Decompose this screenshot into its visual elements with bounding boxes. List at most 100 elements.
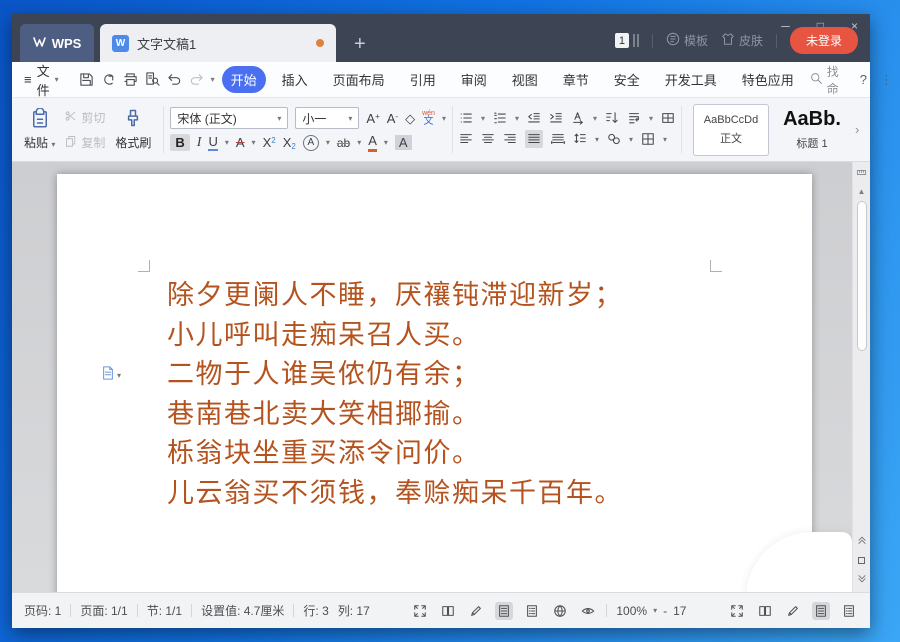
clear-format-button[interactable]: ◇ — [405, 112, 415, 125]
template-button[interactable]: 模板 — [666, 32, 708, 49]
new-tab-button[interactable]: + — [354, 34, 366, 54]
format-painter-button[interactable]: 格式刷 — [109, 101, 157, 158]
poem-line[interactable]: 儿云翁买不须钱，奉赊痴呆千百年。 — [167, 474, 623, 514]
write-mode-button-2[interactable] — [784, 602, 802, 620]
menu-tab-references[interactable]: 引用 — [401, 66, 445, 93]
page-view-button-2[interactable] — [812, 602, 830, 620]
pinyin-caret-icon[interactable]: ▾ — [442, 114, 446, 123]
export-button[interactable] — [101, 72, 116, 87]
menu-tab-insert[interactable]: 插入 — [273, 66, 317, 93]
outline-view-button-2[interactable] — [840, 602, 858, 620]
login-button[interactable]: 未登录 — [790, 27, 858, 54]
fullscreen-view-button-2[interactable] — [728, 602, 746, 620]
poem-line[interactable]: 巷南巷北卖大笑相揶揄。 — [167, 395, 623, 435]
decrease-indent-button[interactable] — [527, 111, 541, 125]
text-direction-button[interactable] — [571, 111, 585, 125]
bold-button[interactable]: B — [170, 134, 189, 151]
cut-button[interactable]: 剪切 — [65, 109, 105, 126]
menu-tab-review[interactable]: 审阅 — [452, 66, 496, 93]
shading-button[interactable] — [607, 132, 621, 146]
numbered-caret-icon[interactable]: ▾ — [515, 114, 519, 123]
justify-button[interactable] — [525, 130, 543, 148]
text-direction-caret-icon[interactable]: ▾ — [593, 114, 597, 123]
scrollbar-thumb[interactable] — [857, 201, 867, 351]
line-spacing-button[interactable] — [573, 132, 587, 146]
print-button[interactable] — [123, 72, 138, 87]
more-styles-chevron-icon[interactable]: › — [855, 122, 859, 137]
web-view-button[interactable] — [551, 602, 569, 620]
window-count-badge[interactable]: 1 — [615, 33, 629, 48]
pinyin-guide-button[interactable]: wén 文 — [422, 110, 435, 127]
zoom-level[interactable]: 100% — [616, 604, 647, 618]
poem-line[interactable]: 二物于人谁吴侬仍有余； — [167, 355, 623, 395]
sort-button[interactable] — [605, 111, 619, 125]
undo-button[interactable] — [167, 72, 182, 87]
ruler-toggle-icon[interactable] — [856, 165, 867, 183]
strikethrough-caret-icon[interactable]: ▾ — [252, 138, 256, 147]
font-color-caret-icon[interactable]: ▾ — [384, 138, 388, 147]
document-tab[interactable]: W 文字文稿1 — [100, 24, 336, 62]
previous-page-button[interactable] — [857, 532, 867, 550]
document-page[interactable]: 除夕更阑人不睡，厌禳钝滞迎新岁； 小儿呼叫走痴呆召人买。 二物于人谁吴侬仍有余；… — [57, 174, 812, 592]
write-mode-button[interactable] — [467, 602, 485, 620]
fullscreen-view-button[interactable] — [411, 602, 429, 620]
align-left-button[interactable] — [459, 132, 473, 146]
status-page-number[interactable]: 页码: 1 — [24, 602, 61, 619]
status-pages[interactable]: 页面: 1/1 — [80, 602, 127, 619]
underline-button[interactable]: U — [208, 134, 217, 151]
subscript-button[interactable]: X2 — [283, 136, 296, 149]
shading-caret-icon[interactable]: ▾ — [629, 135, 633, 144]
decrease-font-button[interactable]: A- — [387, 112, 398, 125]
poem-line[interactable]: 除夕更阑人不睡，厌禳钝滞迎新岁； — [167, 276, 623, 316]
borders-button[interactable] — [641, 132, 655, 146]
line-spacing-caret-icon[interactable]: ▾ — [595, 135, 599, 144]
italic-button[interactable]: I — [197, 135, 202, 151]
highlight-button[interactable]: ab — [337, 136, 350, 150]
menu-tab-view[interactable]: 视图 — [503, 66, 547, 93]
save-button[interactable] — [79, 72, 94, 87]
align-right-button[interactable] — [503, 132, 517, 146]
next-page-button[interactable] — [857, 571, 867, 589]
bullet-caret-icon[interactable]: ▾ — [481, 114, 485, 123]
document-text[interactable]: 除夕更阑人不睡，厌禳钝滞迎新岁； 小儿呼叫走痴呆召人买。 二物于人谁吴侬仍有余；… — [167, 276, 623, 513]
status-setting-value[interactable]: 设置值: 4.7厘米 — [201, 602, 284, 619]
read-view-button[interactable] — [439, 602, 457, 620]
more-options-icon[interactable]: ⋮ — [880, 72, 893, 88]
page-view-button[interactable] — [495, 602, 513, 620]
paragraph-marks-button[interactable] — [627, 111, 641, 125]
poem-line[interactable]: 小儿呼叫走痴呆召人买。 — [167, 316, 623, 356]
skin-button[interactable]: 皮肤 — [721, 32, 763, 49]
strikethrough-button[interactable]: A — [236, 135, 245, 150]
scroll-up-icon[interactable]: ▲ — [858, 187, 866, 196]
vertical-scrollbar[interactable]: ▲ — [852, 162, 870, 592]
paragraph-marks-caret-icon[interactable]: ▾ — [649, 114, 653, 123]
increase-indent-button[interactable] — [549, 111, 563, 125]
menu-tab-dev-tools[interactable]: 开发工具 — [656, 66, 726, 93]
style-heading1[interactable]: AaBb. 标题 1 — [774, 104, 850, 156]
text-effects-caret-icon[interactable]: ▾ — [326, 138, 330, 147]
poem-line[interactable]: 栎翁块坐重买添令问价。 — [167, 434, 623, 474]
menu-tab-special-apps[interactable]: 特色应用 — [733, 66, 803, 93]
char-shading-button[interactable]: A — [395, 135, 412, 150]
highlight-caret-icon[interactable]: ▾ — [357, 138, 361, 147]
menu-tab-security[interactable]: 安全 — [605, 66, 649, 93]
status-section[interactable]: 节: 1/1 — [147, 602, 182, 619]
quick-access-caret-icon[interactable]: ▾ — [211, 75, 215, 84]
outline-view-button[interactable] — [523, 602, 541, 620]
align-center-button[interactable] — [481, 132, 495, 146]
tab-setting-button[interactable] — [661, 111, 675, 125]
print-preview-button[interactable] — [145, 72, 160, 87]
distribute-button[interactable] — [551, 132, 565, 146]
style-normal[interactable]: AaBbCcDd 正文 — [693, 104, 769, 156]
menu-tab-page-layout[interactable]: 页面布局 — [324, 66, 394, 93]
file-menu-button[interactable]: ≡ 文件 ▾ — [24, 61, 59, 99]
browse-object-button[interactable] — [858, 557, 865, 564]
zoom-caret-icon[interactable]: ▾ — [653, 606, 657, 615]
menu-tab-home[interactable]: 开始 — [222, 66, 266, 93]
menu-tab-section[interactable]: 章节 — [554, 66, 598, 93]
paste-button[interactable]: 粘贴 ▾ — [18, 101, 61, 158]
font-color-button[interactable]: A — [368, 134, 377, 151]
font-size-select[interactable]: 小一 ▾ — [295, 107, 359, 129]
text-effects-button[interactable]: A — [303, 135, 319, 151]
redo-button[interactable] — [189, 72, 204, 87]
